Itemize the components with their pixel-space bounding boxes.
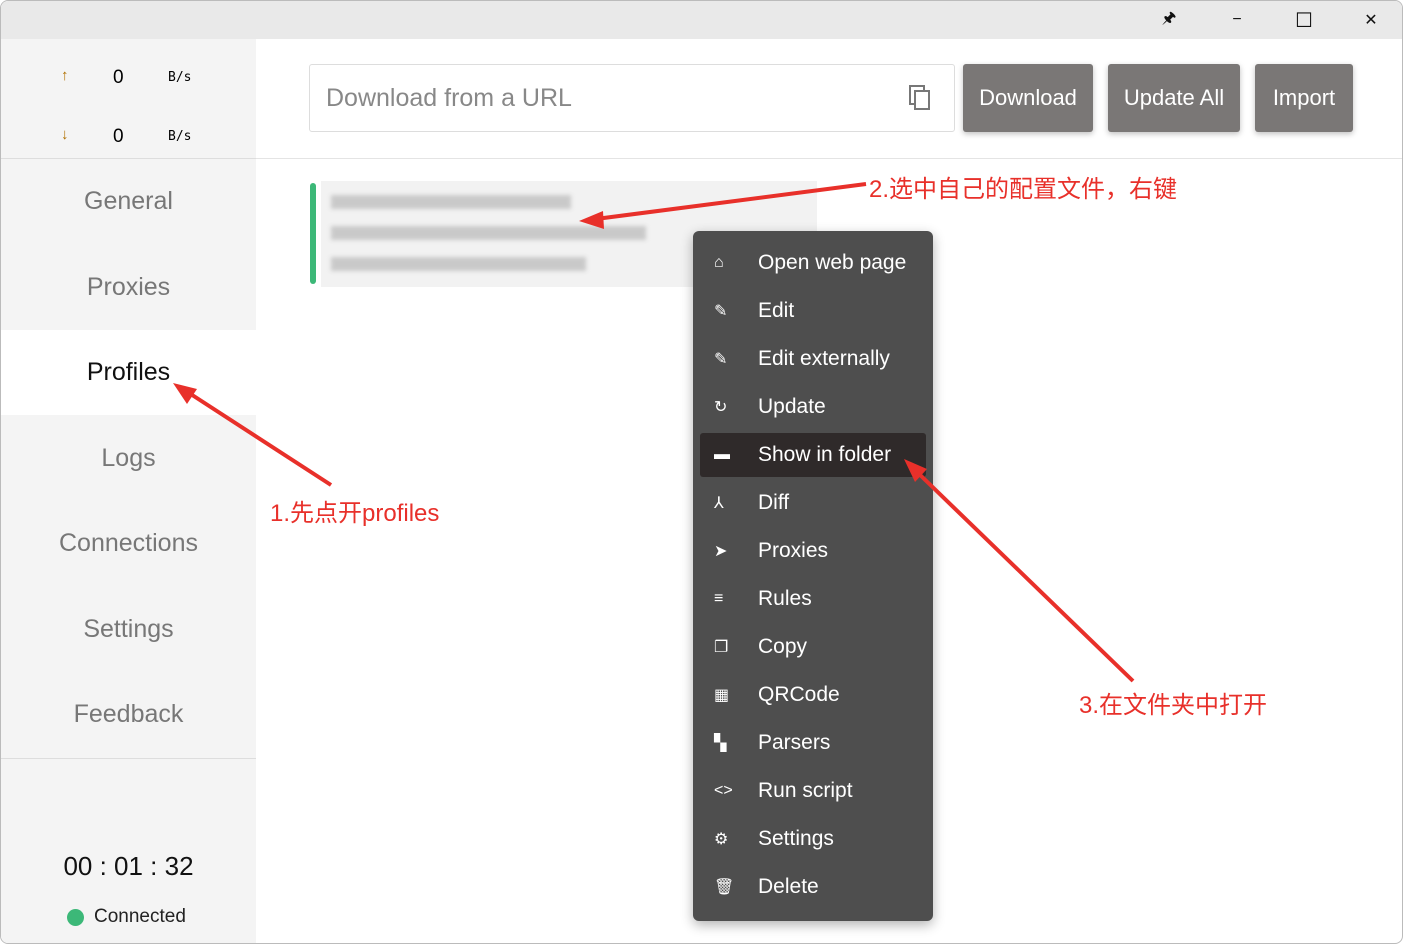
menu-item-label: Open web page xyxy=(758,251,907,274)
menu-item-diff[interactable]: ⅄ Diff xyxy=(700,481,926,525)
download-arrow-icon: ↓ xyxy=(61,126,69,143)
import-button[interactable]: Import xyxy=(1255,64,1353,132)
active-profile-indicator xyxy=(310,183,316,284)
sitemap-icon: ▚ xyxy=(714,735,727,752)
download-unit: B/s xyxy=(168,129,192,144)
menu-item-run-script[interactable]: <> Run script xyxy=(700,769,926,813)
sidebar-item-connections[interactable]: Connections xyxy=(1,501,256,586)
uptime-clock: 00 : 01 : 32 xyxy=(63,851,194,881)
status-label: Connected xyxy=(94,906,186,927)
sidebar-item-feedback[interactable]: Feedback xyxy=(1,672,256,757)
divider xyxy=(1,758,256,759)
sidebar-item-profiles[interactable]: Profiles xyxy=(1,330,256,415)
title-bar: 🖈 − ☐ ✕ xyxy=(1,1,1402,39)
pin-icon[interactable]: 🖈 xyxy=(1149,7,1189,33)
merge-icon: ⅄ xyxy=(714,495,724,512)
rules-icon: ≡ xyxy=(714,590,724,607)
menu-item-label: Proxies xyxy=(758,539,829,562)
annotation-step-3: 3.在文件夹中打开 xyxy=(1079,692,1268,719)
app-window: 🖈 − ☐ ✕ ↑ 0 B/s ↓ 0 B/s General Proxies … xyxy=(0,0,1403,944)
sidebar-item-general[interactable]: General xyxy=(1,159,256,244)
sidebar-item-proxies[interactable]: Proxies xyxy=(1,245,256,330)
minimize-button[interactable]: − xyxy=(1217,7,1257,33)
qrcode-icon: ▦ xyxy=(714,687,730,704)
menu-item-settings[interactable]: ⚙ Settings xyxy=(700,817,926,861)
annotation-step-2: 2.选中自己的配置文件，右键 xyxy=(869,176,1178,203)
menu-item-rules[interactable]: ≡ Rules xyxy=(700,577,926,621)
menu-item-label: Show in folder xyxy=(758,443,892,466)
copy-icon: ❐ xyxy=(714,639,729,656)
menu-item-label: Edit xyxy=(758,299,795,322)
menu-item-update[interactable]: ↻ Update xyxy=(700,385,926,429)
menu-item-label: Settings xyxy=(758,827,834,850)
upload-speed: ↑ 0 B/s xyxy=(1,47,256,107)
menu-item-show-in-folder[interactable]: ▬ Show in folder xyxy=(700,433,926,477)
trash-icon: 🗑 xyxy=(714,879,735,896)
menu-item-copy[interactable]: ❐ Copy xyxy=(700,625,926,669)
menu-item-label: QRCode xyxy=(758,683,840,706)
sidebar: ↑ 0 B/s ↓ 0 B/s General Proxies Profiles… xyxy=(1,39,256,943)
profile-info-blurred xyxy=(331,257,586,271)
update-all-button[interactable]: Update All xyxy=(1108,64,1240,132)
menu-item-delete[interactable]: 🗑 Delete xyxy=(700,865,926,909)
profile-url-blurred xyxy=(331,226,646,240)
upload-value: 0 xyxy=(113,67,124,88)
menu-item-open-web-page[interactable]: ⌂ Open web page xyxy=(700,241,926,285)
pencil-icon: ✎ xyxy=(714,351,728,368)
paste-icon[interactable] xyxy=(909,85,931,111)
download-speed: ↓ 0 B/s xyxy=(1,106,256,166)
code-icon: <> xyxy=(714,782,733,799)
download-value: 0 xyxy=(113,126,124,147)
home-icon: ⌂ xyxy=(714,254,724,271)
url-input[interactable]: Download from a URL xyxy=(309,64,955,132)
menu-item-edit[interactable]: ✎ Edit xyxy=(700,289,926,333)
maximize-button[interactable]: ☐ xyxy=(1284,7,1324,33)
menu-item-label: Delete xyxy=(758,875,819,898)
download-button[interactable]: Download xyxy=(963,64,1093,132)
profile-name-blurred xyxy=(331,195,571,209)
connection-status: Connected xyxy=(67,906,186,928)
sidebar-item-logs[interactable]: Logs xyxy=(1,416,256,501)
menu-item-label: Edit externally xyxy=(758,347,890,370)
status-dot-icon xyxy=(67,908,84,926)
gear-icon: ⚙ xyxy=(714,831,729,848)
menu-item-label: Copy xyxy=(758,635,808,658)
menu-item-label: Parsers xyxy=(758,731,831,754)
menu-item-label: Update xyxy=(758,395,826,418)
sidebar-item-settings[interactable]: Settings xyxy=(1,587,256,672)
menu-item-parsers[interactable]: ▚ Parsers xyxy=(700,721,926,765)
menu-item-edit-externally[interactable]: ✎ Edit externally xyxy=(700,337,926,381)
refresh-icon: ↻ xyxy=(714,399,728,416)
folder-icon: ▬ xyxy=(714,446,730,463)
menu-item-label: Run script xyxy=(758,779,853,802)
menu-item-qrcode[interactable]: ▦ QRCode xyxy=(700,673,926,717)
upload-unit: B/s xyxy=(168,70,192,85)
context-menu: ⌂ Open web page ✎ Edit ✎ Edit externally ↻ Upda… xyxy=(693,231,933,921)
menu-item-label: Rules xyxy=(758,587,812,610)
menu-item-proxies[interactable]: ➤ Proxies xyxy=(700,529,926,573)
close-button[interactable]: ✕ xyxy=(1351,7,1391,33)
upload-arrow-icon: ↑ xyxy=(61,67,69,84)
send-icon: ➤ xyxy=(714,543,728,560)
menu-item-label: Diff xyxy=(758,491,790,514)
annotation-step-1: 1.先点开profiles xyxy=(270,500,440,527)
pencil-icon: ✎ xyxy=(714,303,728,320)
